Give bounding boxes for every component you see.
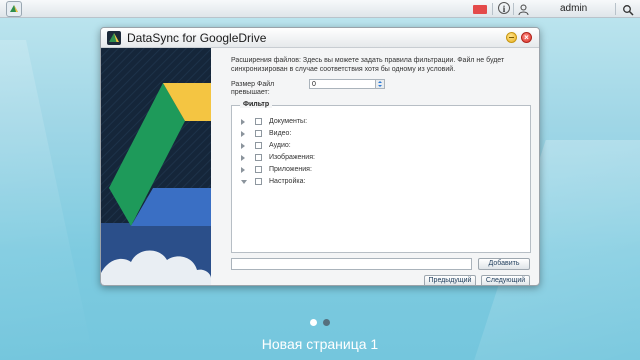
tree-item-applications[interactable]: Приложения: [241, 164, 391, 176]
expand-arrow-icon[interactable] [241, 119, 245, 125]
taskbar-divider [492, 3, 493, 15]
previous-button[interactable]: Предыдущий [424, 275, 476, 285]
file-size-input[interactable]: 0 [309, 79, 385, 89]
checkbox[interactable] [255, 178, 262, 185]
add-button[interactable]: Добавить [478, 258, 530, 270]
user-icon[interactable] [518, 3, 529, 16]
expand-arrow-icon[interactable] [241, 131, 245, 137]
tree-item-images[interactable]: Изображения: [241, 152, 391, 164]
page-dot-2[interactable] [323, 319, 330, 326]
filter-legend: Фильтр [240, 101, 273, 108]
file-size-label: Размер Файл превышает: [231, 81, 275, 96]
tree-item-label: Документы: [269, 118, 308, 125]
next-button[interactable]: Следующий [481, 275, 530, 285]
google-drive-banner [101, 48, 211, 285]
tree-item-custom[interactable]: Настройка: [241, 176, 391, 188]
datasync-window: DataSync for GoogleDrive × Расширения фа… [100, 27, 540, 286]
expand-arrow-icon[interactable] [241, 155, 245, 161]
tree-item-label: Изображения: [269, 154, 315, 161]
filter-description: Расширения файлов: Здесь вы можете задат… [231, 57, 505, 73]
taskbar-divider [513, 3, 514, 15]
app-icon [107, 31, 121, 45]
tree-item-label: Видео: [269, 130, 292, 137]
username-label[interactable]: admin [560, 3, 587, 14]
filter-tree: Документы: Видео: Аудио: Изображения: Пр [241, 116, 391, 188]
expand-arrow-icon[interactable] [241, 143, 245, 149]
window-titlebar[interactable]: DataSync for GoogleDrive × [101, 28, 539, 48]
filter-settings-panel: Расширения файлов: Здесь вы можете задат… [231, 56, 531, 96]
tree-item-label: Настройка: [269, 178, 306, 185]
tree-item-video[interactable]: Видео: [241, 128, 391, 140]
checkbox[interactable] [255, 154, 262, 161]
desktop-page-label: Новая страница 1 [261, 336, 379, 352]
notification-icon[interactable] [473, 5, 487, 14]
extension-input[interactable] [231, 258, 472, 270]
filter-group: Фильтр Документы: Видео: Аудио: Изображе… [231, 101, 531, 253]
search-icon[interactable] [622, 3, 634, 16]
taskbar: i admin [0, 0, 640, 18]
tree-item-audio[interactable]: Аудио: [241, 140, 391, 152]
checkbox[interactable] [255, 130, 262, 137]
minimize-button[interactable] [506, 32, 517, 43]
size-spinner-icon[interactable] [375, 80, 384, 88]
tree-item-label: Приложения: [269, 166, 312, 173]
tree-item-documents[interactable]: Документы: [241, 116, 391, 128]
checkbox[interactable] [255, 142, 262, 149]
collapse-arrow-icon[interactable] [241, 180, 247, 184]
window-title: DataSync for GoogleDrive [127, 31, 267, 45]
taskbar-divider [615, 3, 616, 15]
info-icon[interactable]: i [498, 2, 510, 14]
file-size-value: 0 [312, 81, 316, 88]
close-button[interactable]: × [521, 32, 532, 43]
tree-item-label: Аудио: [269, 142, 291, 149]
page-dot-1[interactable] [310, 319, 317, 326]
checkbox[interactable] [255, 118, 262, 125]
expand-arrow-icon[interactable] [241, 167, 245, 173]
desktop-decoration [0, 40, 95, 360]
main-menu-icon[interactable] [6, 1, 22, 17]
checkbox[interactable] [255, 166, 262, 173]
